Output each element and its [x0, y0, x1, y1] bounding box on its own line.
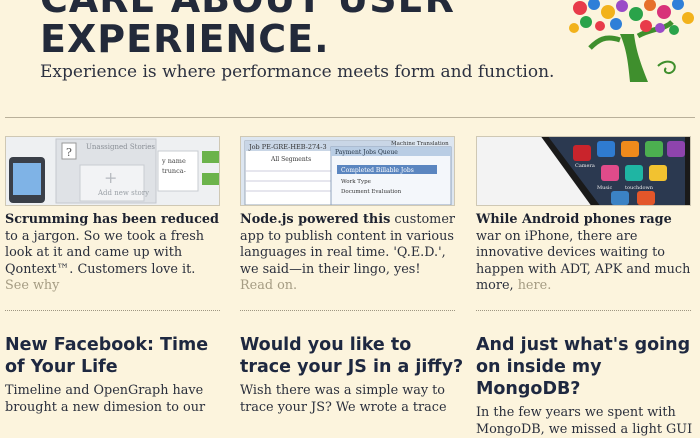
svg-text:touchdown: touchdown: [625, 185, 654, 191]
svg-text:+: +: [104, 168, 117, 187]
story-lead: While Android phones rage: [476, 212, 672, 227]
article-body: In the few years we spent with MongoDB, …: [476, 405, 693, 437]
svg-text:Work Type: Work Type: [341, 179, 371, 185]
svg-text:Payment Jobs Queue: Payment Jobs Queue: [335, 149, 398, 156]
svg-text:?: ?: [66, 146, 72, 159]
section-divider: [5, 117, 695, 118]
page-title-line-1: CARE ABOUT USER: [40, 0, 455, 18]
article-mongodb: And just what's going on inside my Mongo…: [476, 334, 700, 438]
article-js-trace: Would you like to trace your JS in a jif…: [240, 334, 465, 416]
svg-text:Music: Music: [597, 185, 613, 191]
story-blurb: While Android phones rage war on iPhone,…: [476, 212, 691, 295]
svg-text:Machine Translation: Machine Translation: [391, 141, 449, 147]
colorful-tree-illustration: [569, 0, 694, 82]
here-link[interactable]: here.: [518, 278, 552, 293]
svg-text:Add new story: Add new story: [97, 189, 149, 197]
nodejs-app-screenshot-thumbnail[interactable]: Job PE-GRE-HEB-274-3 All Segments Paymen…: [240, 136, 455, 206]
article-title[interactable]: And just what's going on inside my Mongo…: [476, 334, 700, 400]
svg-text:y name: y name: [161, 157, 186, 165]
qontext-screenshot-thumbnail[interactable]: ? Unassigned Stories + Add new story y n…: [5, 136, 220, 206]
svg-text:trunca-: trunca-: [162, 167, 186, 175]
article-title[interactable]: New Facebook: Time of Your Life: [5, 334, 230, 378]
article-body: Timeline and OpenGraph have brought a ne…: [5, 383, 206, 415]
page-title-line-2: EXPERIENCE.: [40, 17, 330, 61]
article-facebook: New Facebook: Time of Your Life Timeline…: [5, 334, 230, 416]
svg-text:Document Evaluation: Document Evaluation: [341, 189, 402, 195]
page-title: CARE ABOUT USER EXPERIENCE.: [40, 0, 455, 58]
story-blurb: Node.js powered this customer app to pub…: [240, 212, 455, 295]
read-on-link[interactable]: Read on.: [240, 278, 297, 293]
story-scrumming: ? Unassigned Stories + Add new story y n…: [5, 136, 220, 295]
story-android: Camera Music touchdown While Android pho…: [476, 136, 691, 295]
dotted-divider: [240, 310, 455, 311]
svg-text:Job PE-GRE-HEB-274-3: Job PE-GRE-HEB-274-3: [248, 143, 327, 151]
story-body: war on iPhone, there are innovative devi…: [476, 228, 691, 294]
see-why-link[interactable]: See why: [5, 278, 59, 293]
svg-text:All Segments: All Segments: [270, 156, 311, 163]
story-blurb: Scrumming has been reduced to a jargon. …: [5, 212, 220, 295]
page-subtitle: Experience is where performance meets fo…: [40, 62, 555, 82]
article-body: Wish there was a simple way to trace you…: [240, 383, 447, 415]
story-body: to a jargon. So we took a fresh look at …: [5, 228, 205, 277]
android-phone-thumbnail[interactable]: Camera Music touchdown: [476, 136, 691, 206]
story-lead: Scrumming has been reduced: [5, 212, 219, 227]
svg-text:Camera: Camera: [575, 163, 595, 169]
story-lead: Node.js powered this: [240, 212, 391, 227]
article-title[interactable]: Would you like to trace your JS in a jif…: [240, 334, 465, 378]
svg-text:Completed Billable Jobs: Completed Billable Jobs: [341, 167, 414, 174]
story-nodejs: Job PE-GRE-HEB-274-3 All Segments Paymen…: [240, 136, 455, 295]
dotted-divider: [5, 310, 220, 311]
dotted-divider: [476, 310, 691, 311]
svg-text:Unassigned Stories: Unassigned Stories: [86, 143, 155, 151]
